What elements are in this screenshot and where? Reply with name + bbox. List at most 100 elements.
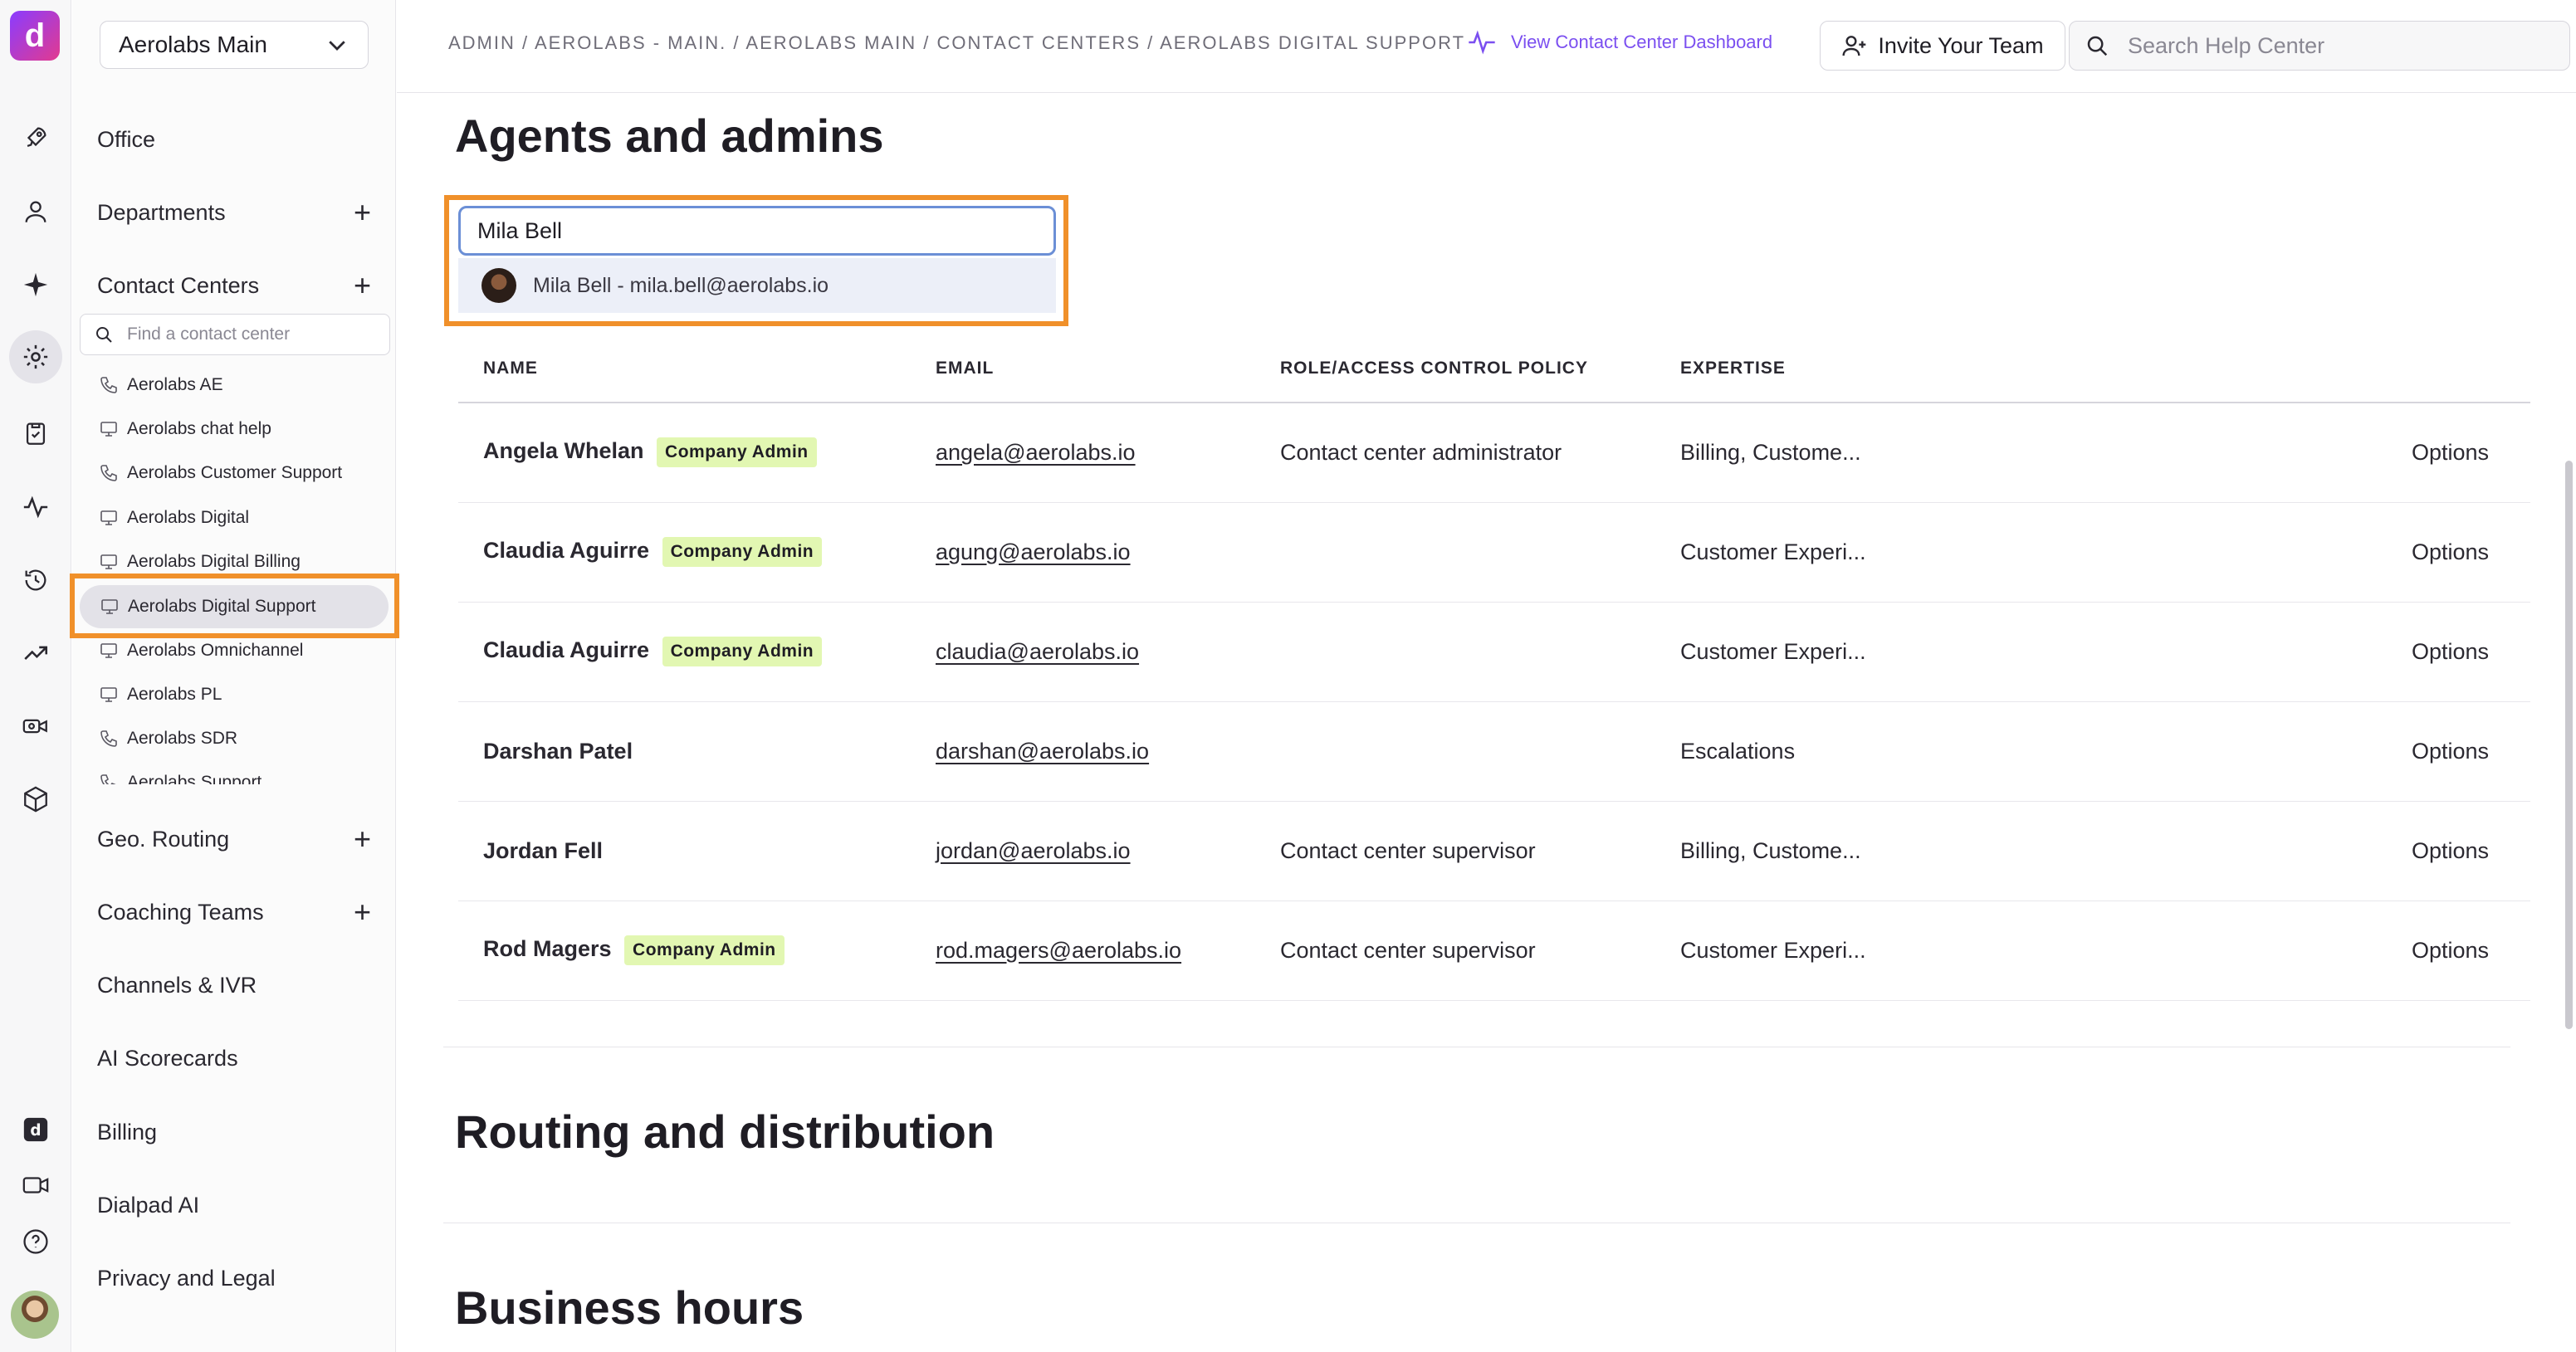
- settings-sidebar: Aerolabs Main Office Departments + Conta…: [72, 0, 396, 1352]
- options-link[interactable]: Options: [2170, 801, 2530, 901]
- dialpad-logo[interactable]: d: [10, 11, 60, 61]
- options-link[interactable]: Options: [2170, 403, 2530, 503]
- agent-name-cell: Rod Magers Company Admin: [458, 901, 911, 1001]
- phone-icon: [100, 465, 117, 481]
- status-badge: Company Admin: [662, 637, 823, 666]
- nav-item-dialpad-ai[interactable]: Dialpad AI: [97, 1184, 379, 1226]
- column-header-email[interactable]: EMAIL: [911, 334, 1255, 403]
- add-coaching-team-plus-icon[interactable]: +: [354, 897, 371, 927]
- selected-item-highlight: [70, 574, 399, 638]
- contact-center-item[interactable]: Aerolabs SDR: [99, 721, 381, 756]
- help-search-placeholder: Search Help Center: [2128, 32, 2325, 58]
- agent-email-link[interactable]: darshan@aerolabs.io: [936, 739, 1149, 764]
- add-contact-center-plus-icon[interactable]: +: [354, 271, 371, 300]
- add-department-plus-icon[interactable]: +: [354, 198, 371, 227]
- options-link[interactable]: Options: [2170, 701, 2530, 802]
- contact-center-item[interactable]: Aerolabs Customer Support: [99, 456, 381, 491]
- agent-email-link[interactable]: rod.magers@aerolabs.io: [936, 938, 1181, 963]
- invite-team-button[interactable]: Invite Your Team: [1820, 21, 2065, 71]
- agent-name-cell: Jordan Fell: [458, 801, 911, 901]
- agents-table: NAME EMAIL ROLE/ACCESS CONTROL POLICY EX…: [458, 334, 2530, 1001]
- scrollbar[interactable]: [2565, 461, 2573, 1029]
- table-row: Claudia Aguirre Company Admin agung@aero…: [458, 502, 2530, 603]
- contact-center-item[interactable]: Aerolabs chat help: [99, 412, 381, 447]
- table-row: Rod Magers Company Admin rod.magers@aero…: [458, 901, 2530, 1001]
- add-geo-routing-plus-icon[interactable]: +: [354, 824, 371, 854]
- column-header-actions: [2170, 334, 2530, 403]
- agent-role: [1255, 701, 1655, 802]
- video-settings-icon[interactable]: [19, 710, 52, 743]
- agent-email-link[interactable]: claudia@aerolabs.io: [936, 639, 1139, 664]
- trend-icon[interactable]: [19, 637, 52, 670]
- agent-email-cell: jordan@aerolabs.io: [911, 801, 1255, 901]
- contact-center-item[interactable]: Aerolabs PL: [99, 677, 381, 712]
- history-icon[interactable]: [19, 564, 52, 597]
- contact-center-label: Aerolabs PL: [127, 685, 222, 704]
- column-header-expertise[interactable]: EXPERTISE: [1655, 334, 2170, 403]
- contact-center-item[interactable]: Aerolabs Support: [99, 765, 381, 784]
- agent-name-cell: Darshan Patel: [458, 701, 911, 802]
- table-row: Claudia Aguirre Company Admin claudia@ae…: [458, 602, 2530, 702]
- options-link[interactable]: Options: [2170, 502, 2530, 603]
- agent-expertise: Billing, Custome...: [1655, 403, 2170, 503]
- help-center-search[interactable]: Search Help Center: [2069, 21, 2570, 71]
- contact-center-search[interactable]: Find a contact center: [80, 314, 390, 355]
- add-user-icon: [1842, 36, 1866, 56]
- contact-center-item[interactable]: Aerolabs Omnichannel: [99, 633, 381, 668]
- nav-item-geo-routing[interactable]: Geo. Routing +: [97, 818, 379, 860]
- nav-item-label: Contact Centers: [97, 272, 260, 298]
- workspace-select[interactable]: Aerolabs Main: [100, 21, 369, 69]
- user-avatar[interactable]: [11, 1291, 59, 1339]
- video-icon[interactable]: [19, 1169, 52, 1202]
- dialpad-app-icon[interactable]: d: [19, 1113, 52, 1146]
- svg-text:d: d: [30, 1122, 41, 1140]
- column-header-name[interactable]: NAME: [458, 334, 911, 403]
- sparkle-icon[interactable]: [19, 268, 52, 301]
- contact-center-label: Aerolabs SDR: [127, 729, 238, 748]
- agent-role: Contact center supervisor: [1255, 801, 1655, 901]
- box-icon[interactable]: [19, 783, 52, 816]
- pulse-icon[interactable]: [19, 491, 52, 524]
- agent-email-link[interactable]: jordan@aerolabs.io: [936, 838, 1131, 863]
- clipboard-icon[interactable]: [19, 417, 52, 450]
- agent-email-link[interactable]: agung@aerolabs.io: [936, 539, 1131, 564]
- nav-item-coaching-teams[interactable]: Coaching Teams +: [97, 891, 379, 933]
- options-link[interactable]: Options: [2170, 602, 2530, 702]
- contact-center-item[interactable]: Aerolabs Digital: [99, 500, 381, 535]
- gear-icon[interactable]: [9, 330, 62, 383]
- rocket-icon[interactable]: [19, 121, 52, 154]
- contact-center-label: Aerolabs Customer Support: [127, 463, 343, 482]
- agent-search-highlight: [444, 195, 1068, 326]
- routing-section-title: Routing and distribution: [455, 1106, 995, 1158]
- view-dashboard-link[interactable]: View Contact Center Dashboard: [1468, 30, 1772, 55]
- nav-item-office[interactable]: Office: [97, 119, 379, 160]
- agent-email-link[interactable]: angela@aerolabs.io: [936, 440, 1136, 465]
- top-bar: ADMIN / AEROLABS - MAIN. / AEROLABS MAIN…: [397, 0, 2576, 93]
- table-row: Jordan Fell jordan@aerolabs.io Contact c…: [458, 801, 2530, 901]
- agent-email-cell: rod.magers@aerolabs.io: [911, 901, 1255, 1001]
- agent-expertise: Customer Experi...: [1655, 502, 2170, 603]
- breadcrumb[interactable]: ADMIN / AEROLABS - MAIN. / AEROLABS MAIN…: [448, 32, 1465, 54]
- phone-icon: [100, 377, 117, 393]
- column-header-role[interactable]: ROLE/ACCESS CONTROL POLICY: [1255, 334, 1655, 403]
- help-icon[interactable]: [19, 1225, 52, 1258]
- nav-item-ai-scorecards[interactable]: AI Scorecards: [97, 1037, 379, 1079]
- nav-item-label: Departments: [97, 199, 226, 225]
- monitor-icon: [100, 687, 117, 702]
- nav-item-billing[interactable]: Billing: [97, 1111, 379, 1153]
- nav-item-contact-centers[interactable]: Contact Centers +: [97, 265, 379, 306]
- nav-item-channels-ivr[interactable]: Channels & IVR: [97, 964, 379, 1006]
- user-icon[interactable]: [19, 195, 52, 228]
- contact-center-item[interactable]: Aerolabs AE: [99, 368, 381, 403]
- monitor-icon: [100, 422, 117, 437]
- nav-item-departments[interactable]: Departments +: [97, 192, 379, 233]
- view-dashboard-label: View Contact Center Dashboard: [1511, 32, 1773, 52]
- options-link[interactable]: Options: [2170, 901, 2530, 1001]
- monitor-icon: [100, 554, 117, 569]
- agent-role: Contact center administrator: [1255, 403, 1655, 503]
- nav-item-privacy-legal[interactable]: Privacy and Legal: [97, 1257, 379, 1299]
- chevron-down-icon: [329, 41, 345, 51]
- agent-email-cell: claudia@aerolabs.io: [911, 602, 1255, 702]
- search-icon: [96, 327, 112, 343]
- agents-section-title: Agents and admins: [455, 110, 884, 162]
